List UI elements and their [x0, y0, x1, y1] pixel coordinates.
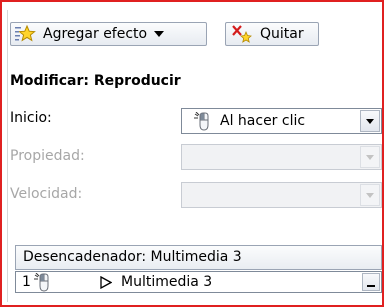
start-dropdown-arrow[interactable] [360, 110, 380, 132]
trigger-header[interactable]: Desencadenador: Multimedia 3 [15, 245, 382, 270]
start-combo[interactable]: Al hacer clic [181, 108, 382, 134]
remove-label: Quitar [260, 26, 304, 42]
effect-index: 1 [22, 274, 31, 290]
property-dropdown-arrow[interactable] [360, 146, 380, 168]
remove-button[interactable]: Quitar [225, 22, 319, 46]
property-label: Propiedad: [10, 148, 85, 164]
speed-combo[interactable] [181, 182, 382, 208]
chevron-down-icon [367, 285, 375, 287]
custom-animation-pane: Agregar efecto Quitar Modificar: Reprodu… [0, 0, 384, 307]
chevron-down-icon [154, 31, 165, 37]
effect-name: Multimedia 3 [121, 274, 213, 290]
speed-label: Velocidad: [10, 186, 83, 202]
effect-dropdown-arrow[interactable] [362, 273, 380, 291]
speed-dropdown-arrow[interactable] [360, 184, 380, 206]
play-icon [100, 275, 113, 290]
add-effect-button[interactable]: Agregar efecto [10, 22, 207, 46]
effect-list-item[interactable]: 1 Multimedia 3 [15, 271, 382, 293]
pane-left-rule [7, 10, 8, 302]
add-effect-label: Agregar efecto [43, 26, 148, 42]
chevron-down-icon [366, 192, 374, 198]
remove-x-icon [231, 24, 253, 44]
start-label: Inicio: [10, 110, 52, 126]
start-value: Al hacer clic [220, 113, 306, 129]
mouse-click-icon [34, 272, 52, 292]
modify-section-title: Modificar: Reproducir [10, 73, 181, 89]
chevron-down-icon [366, 154, 374, 160]
chevron-down-icon [366, 118, 374, 124]
star-sparkle-icon [14, 24, 37, 44]
mouse-click-icon [194, 111, 212, 131]
property-combo[interactable] [181, 144, 382, 170]
trigger-label: Desencadenador: Multimedia 3 [23, 249, 242, 265]
